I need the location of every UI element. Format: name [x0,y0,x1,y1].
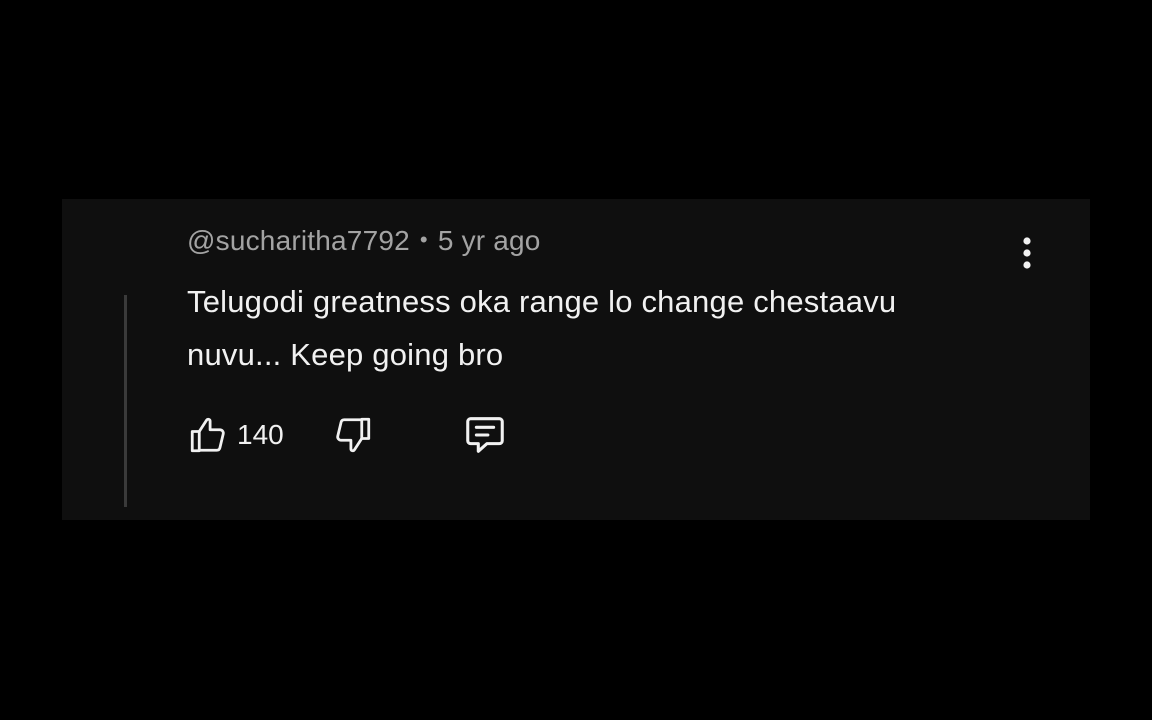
dislike-button[interactable] [332,411,374,459]
comment-icon [466,417,504,453]
comment-age: 5 yr ago [437,225,541,256]
more-vertical-icon [1023,237,1031,269]
thumbs-down-icon [336,417,371,453]
meta-separator: • [419,227,428,252]
comment-author[interactable]: @sucharitha7792 [187,225,410,256]
comment-text: Telugodi greatness oka range lo change c… [187,284,897,372]
like-button[interactable]: 140 [187,411,284,459]
more-options-button[interactable] [1007,233,1047,273]
reply-button[interactable] [462,411,508,459]
like-count: 140 [237,419,284,450]
comment-card: @sucharitha7792 • 5 yr ago Telugodi greatn… [62,199,1090,520]
thumbs-up-icon [190,417,225,453]
comment-meta: @sucharitha7792 • 5 yr ago [187,225,541,257]
reply-thread-line [124,295,127,507]
